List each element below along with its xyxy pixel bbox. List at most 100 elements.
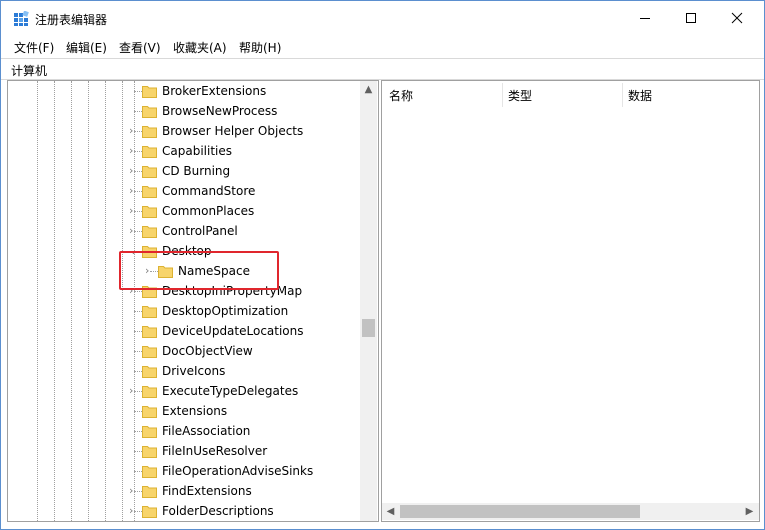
scroll-up-arrow-icon[interactable]: ▲	[360, 81, 377, 98]
chevron-right-icon[interactable]: ›	[129, 125, 139, 137]
folder-icon	[142, 224, 157, 238]
tree-vertical-scrollbar[interactable]: ▲	[360, 81, 377, 521]
tree-connector	[134, 311, 142, 312]
chevron-right-icon[interactable]: ›	[129, 165, 139, 177]
chevron-right-icon[interactable]: ›	[129, 385, 139, 397]
tree-connector	[134, 351, 142, 352]
tree-connector	[134, 431, 142, 432]
menu-file[interactable]: 文件(F)	[14, 39, 54, 56]
column-divider[interactable]	[502, 83, 503, 107]
tree-node[interactable]: › FindExtensions	[8, 481, 360, 501]
scroll-left-arrow-icon[interactable]: ◀	[382, 503, 399, 520]
tree-node[interactable]: DriveIcons	[8, 361, 360, 381]
tree-node[interactable]: DocObjectView	[8, 341, 360, 361]
tree-node[interactable]: › Browser Helper Objects	[8, 121, 360, 141]
annotation-red-box	[119, 251, 279, 290]
tree-node-label: CommonPlaces	[162, 204, 255, 218]
folder-icon	[142, 464, 157, 478]
tree-node-label: ExecuteTypeDelegates	[162, 384, 299, 398]
column-header-data[interactable]: 数据	[628, 87, 652, 104]
tree-node[interactable]: › ExecuteTypeDelegates	[8, 381, 360, 401]
menu-view[interactable]: 查看(V)	[119, 39, 161, 56]
tree-node-label: FileAssociation	[162, 424, 251, 438]
tree-node[interactable]: FileAssociation	[8, 421, 360, 441]
tree-connector	[134, 451, 142, 452]
menu-edit[interactable]: 编辑(E)	[66, 39, 107, 56]
tree-connector	[134, 91, 142, 92]
tree-node-label: DeviceUpdateLocations	[162, 324, 304, 338]
tree-connector	[134, 411, 142, 412]
tree-node-label: CommandStore	[162, 184, 256, 198]
folder-icon	[142, 424, 157, 438]
tree-node-label: DocObjectView	[162, 344, 253, 358]
scroll-right-arrow-icon[interactable]: ▶	[741, 503, 758, 520]
folder-icon	[142, 444, 157, 458]
folder-icon	[142, 484, 157, 498]
tree-node[interactable]: › ControlPanel	[8, 221, 360, 241]
folder-icon	[142, 344, 157, 358]
scroll-thumb[interactable]	[362, 319, 375, 337]
minimize-button[interactable]	[622, 1, 668, 35]
window-title: 注册表编辑器	[35, 13, 108, 27]
folder-icon	[142, 164, 157, 178]
chevron-right-icon[interactable]: ›	[129, 505, 139, 517]
tree-node[interactable]: › FolderDescriptions	[8, 501, 360, 521]
tree-connector	[134, 111, 142, 112]
menu-help[interactable]: 帮助(H)	[239, 39, 281, 56]
title-bar[interactable]: 注册表编辑器	[1, 1, 764, 35]
folder-icon	[142, 364, 157, 378]
tree-node[interactable]: BrokerExtensions	[8, 81, 360, 101]
column-divider[interactable]	[622, 83, 623, 107]
tree-node-label: FolderDescriptions	[162, 504, 274, 518]
address-path: 计算机	[11, 64, 48, 78]
tree-node[interactable]: DeviceUpdateLocations	[8, 321, 360, 341]
chevron-right-icon[interactable]: ›	[129, 145, 139, 157]
minimize-icon	[640, 18, 650, 19]
chevron-right-icon[interactable]: ›	[129, 485, 139, 497]
tree-node-label: FindExtensions	[162, 484, 252, 498]
tree-node-label: DriveIcons	[162, 364, 226, 378]
folder-icon	[142, 404, 157, 418]
tree-node[interactable]: BrowseNewProcess	[8, 101, 360, 121]
registry-editor-window: 注册表编辑器 文件(F) 编辑(E) 查看(V) 收藏夹(A) 帮助(H) 计算…	[0, 0, 765, 530]
tree-connector	[134, 471, 142, 472]
tree-node[interactable]: Extensions	[8, 401, 360, 421]
chevron-right-icon[interactable]: ›	[129, 205, 139, 217]
column-header-name[interactable]: 名称	[389, 87, 413, 104]
scroll-thumb[interactable]	[400, 505, 640, 518]
close-button[interactable]	[714, 1, 760, 35]
tree-node-label: CD Burning	[162, 164, 231, 178]
maximize-icon	[686, 13, 696, 23]
tree-connector	[134, 331, 142, 332]
maximize-button[interactable]	[668, 1, 714, 35]
tree-node-label: ControlPanel	[162, 224, 238, 238]
menu-bar: 文件(F) 编辑(E) 查看(V) 收藏夹(A) 帮助(H)	[1, 37, 764, 57]
folder-icon	[142, 124, 157, 138]
tree-node-label: Capabilities	[162, 144, 232, 158]
tree-node[interactable]: › CommonPlaces	[8, 201, 360, 221]
values-list-pane[interactable]: 名称 类型 数据 ◀ ▶	[381, 80, 760, 522]
menu-favorites[interactable]: 收藏夹(A)	[173, 39, 227, 56]
tree-node[interactable]: FileOperationAdviseSinks	[8, 461, 360, 481]
folder-icon	[142, 304, 157, 318]
column-header-type[interactable]: 类型	[508, 87, 532, 104]
folder-icon	[142, 104, 157, 118]
tree-connector	[134, 371, 142, 372]
key-tree-pane[interactable]: BrokerExtensions BrowseNewProcess › Browser…	[7, 80, 379, 522]
tree-node-label: BrowseNewProcess	[162, 104, 278, 118]
tree-node[interactable]: › CD Burning	[8, 161, 360, 181]
tree-node[interactable]: DesktopOptimization	[8, 301, 360, 321]
address-bar[interactable]: 计算机	[1, 58, 764, 80]
tree-node-label: Browser Helper Objects	[162, 124, 304, 138]
folder-icon	[142, 504, 157, 518]
tree-node[interactable]: FileInUseResolver	[8, 441, 360, 461]
folder-icon	[142, 204, 157, 218]
tree-node[interactable]: › Capabilities	[8, 141, 360, 161]
chevron-right-icon[interactable]: ›	[129, 185, 139, 197]
tree-node[interactable]: › CommandStore	[8, 181, 360, 201]
folder-icon	[142, 324, 157, 338]
list-horizontal-scrollbar[interactable]: ◀ ▶	[382, 503, 759, 520]
folder-icon	[142, 184, 157, 198]
tree-node-label: DesktopOptimization	[162, 304, 289, 318]
chevron-right-icon[interactable]: ›	[129, 225, 139, 237]
